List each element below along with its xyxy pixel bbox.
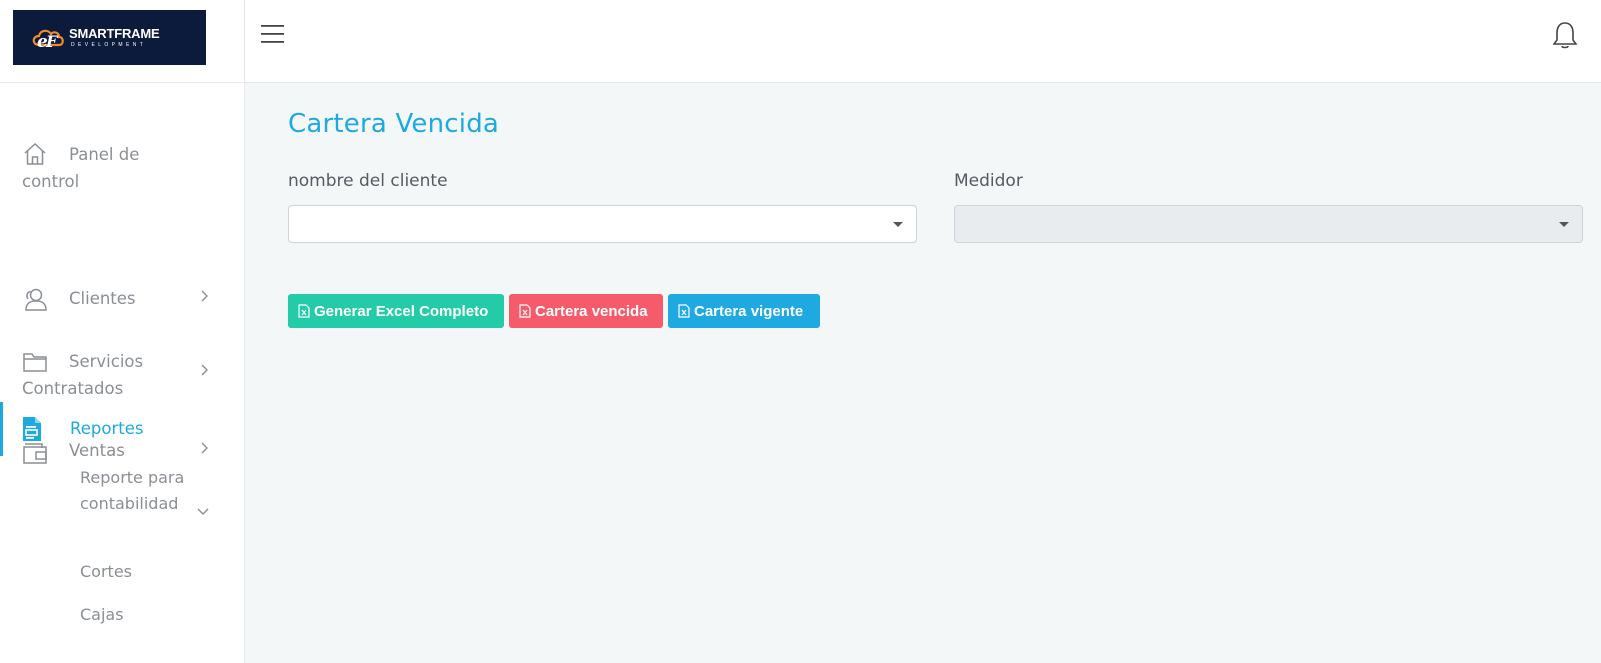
- sidebar-item-label: Panel de: [69, 145, 140, 164]
- svg-text:F: F: [45, 32, 59, 51]
- file-excel-icon: [678, 304, 690, 318]
- sidebar-item-servicios-contratados[interactable]: Servicios Contratados: [0, 263, 244, 398]
- topbar: [245, 0, 1601, 83]
- logo-title: SMARTFRAME: [69, 26, 160, 41]
- sidebar-subitem-reporte-contabilidad[interactable]: Reporte para contabilidad: [80, 465, 220, 516]
- bell-icon[interactable]: [1553, 21, 1577, 49]
- client-name-select[interactable]: [288, 205, 917, 243]
- sidebar-item-clientes[interactable]: Clientes: [0, 201, 244, 311]
- smartframe-logo[interactable]: e F SMARTFRAME DEVELOPMENT: [13, 10, 206, 65]
- sidebar-subitem-cajas[interactable]: Cajas: [80, 602, 220, 628]
- generate-excel-label: Generar Excel Completo: [314, 302, 489, 320]
- page-title: Cartera Vencida: [288, 109, 500, 139]
- file-excel-icon: [519, 304, 531, 318]
- sidebar-item-reportes[interactable]: Reportes: [0, 402, 244, 515]
- hamburger-icon[interactable]: [260, 21, 286, 47]
- current-portfolio-label: Cartera vigente: [694, 302, 804, 320]
- file-excel-icon: [298, 304, 310, 318]
- overdue-portfolio-button[interactable]: Cartera vencida: [509, 294, 663, 328]
- logo-subtitle: DEVELOPMENT: [71, 42, 147, 48]
- sidebar-item-panel-de-control[interactable]: Panel de control: [0, 111, 244, 191]
- active-indicator: [0, 402, 3, 456]
- meter-select[interactable]: [954, 205, 1583, 243]
- sidebar-item-label: control: [22, 172, 80, 191]
- caret-down-icon: [1559, 222, 1569, 227]
- generate-excel-button[interactable]: Generar Excel Completo: [288, 294, 504, 328]
- meter-label: Medidor: [954, 171, 1023, 191]
- brand-area: e F SMARTFRAME DEVELOPMENT: [0, 0, 244, 83]
- logo-mark-icon: e F: [32, 29, 64, 52]
- sidebar-item-ventas[interactable]: Ventas: [0, 353, 244, 464]
- overdue-portfolio-label: Cartera vencida: [535, 302, 648, 320]
- sidebar-item-label: Reportes: [70, 419, 144, 438]
- sidebar-subitem-cortes[interactable]: Cortes: [80, 559, 220, 585]
- document-icon: [23, 417, 41, 441]
- sidebar: e F SMARTFRAME DEVELOPMENT Panel de cont…: [0, 0, 245, 663]
- current-portfolio-button[interactable]: Cartera vigente: [668, 294, 820, 328]
- home-icon: [24, 142, 46, 165]
- caret-down-icon: [893, 222, 903, 227]
- client-name-label: nombre del cliente: [288, 171, 448, 191]
